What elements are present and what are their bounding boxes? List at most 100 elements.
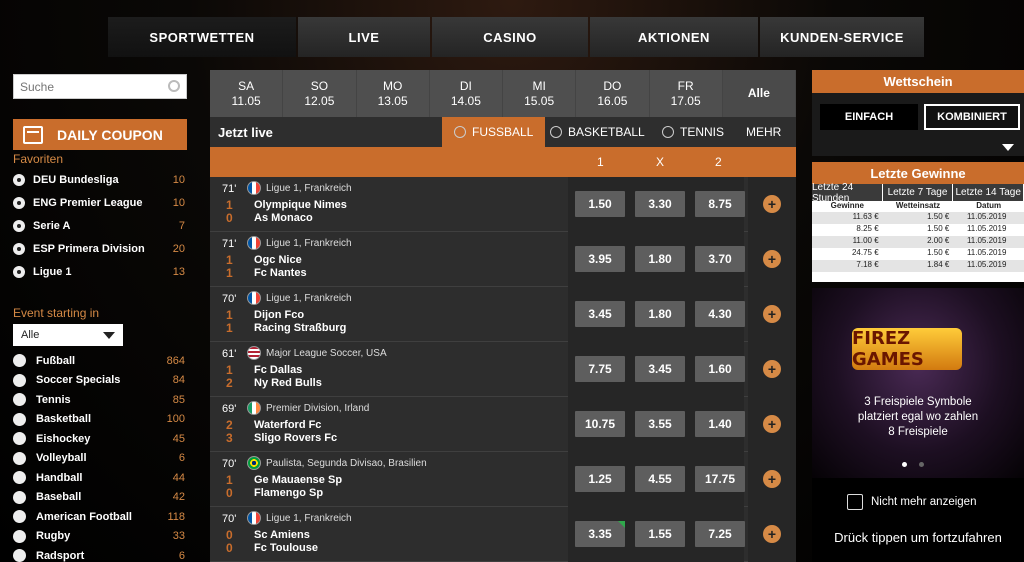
add-more-bets-icon[interactable]: +: [763, 525, 781, 543]
search-input[interactable]: [20, 79, 160, 94]
odds-button[interactable]: 4.30: [695, 301, 745, 327]
add-more-bets-icon[interactable]: +: [763, 470, 781, 488]
home-team[interactable]: Dijon Fco: [254, 309, 304, 321]
odds-button[interactable]: 1.80: [635, 246, 685, 272]
favorite-name: Ligue 1: [33, 265, 72, 278]
match-league: Ligue 1, Frankreich: [266, 513, 352, 524]
chevron-down-icon[interactable]: [1002, 144, 1014, 151]
date-day: MO: [382, 78, 403, 93]
tap-to-continue[interactable]: Drück tippen um fortzufahren: [812, 530, 1024, 545]
favorite-item[interactable]: ENG Premier League 10: [13, 191, 185, 214]
nav-aktionen[interactable]: AKTIONEN: [590, 17, 758, 57]
sport-item[interactable]: Rugby 33: [13, 527, 185, 547]
away-team[interactable]: Sligo Rovers Fc: [254, 432, 337, 444]
tab-basketball[interactable]: BASKETBALL: [550, 117, 645, 147]
date-tab[interactable]: DI 14.05: [429, 70, 503, 117]
odds-button[interactable]: 3.45: [635, 356, 685, 382]
odds-button[interactable]: 1.40: [695, 411, 745, 437]
add-more-bets-icon[interactable]: +: [763, 415, 781, 433]
date-tab[interactable]: SO 12.05: [283, 70, 357, 117]
date-tab[interactable]: DO 16.05: [576, 70, 650, 117]
away-team[interactable]: Racing Straßburg: [254, 322, 346, 334]
daily-coupon-button[interactable]: DAILY COUPON: [13, 119, 187, 150]
basketball-icon: [13, 412, 26, 426]
add-more-bets-icon[interactable]: +: [763, 195, 781, 213]
kombiniert-button[interactable]: KOMBINIERT: [924, 104, 1020, 130]
favorite-item[interactable]: ESP Primera Division 20: [13, 237, 185, 260]
odds-button[interactable]: 17.75: [695, 466, 745, 492]
sport-item[interactable]: Tennis 85: [13, 390, 185, 410]
odds-button[interactable]: 3.55: [635, 411, 685, 437]
odds-button[interactable]: 3.70: [695, 246, 745, 272]
tab-mehr[interactable]: MEHR: [746, 117, 781, 147]
home-team[interactable]: Olympique Nimes: [254, 199, 347, 211]
away-team[interactable]: Fc Nantes: [254, 267, 307, 279]
add-more-bets-icon[interactable]: +: [763, 305, 781, 323]
nav-sportwetten[interactable]: SPORTWETTEN: [108, 17, 296, 57]
odds-button[interactable]: 3.45: [575, 301, 625, 327]
sport-item[interactable]: Volleyball 6: [13, 449, 185, 469]
odds-button[interactable]: 1.80: [635, 301, 685, 327]
sport-item[interactable]: Baseball 42: [13, 488, 185, 508]
match-league: Ligue 1, Frankreich: [266, 183, 352, 194]
country-flag-icon: [247, 181, 261, 195]
tab-fussball[interactable]: FUSSBALL: [442, 117, 546, 147]
favorite-item[interactable]: Serie A 7: [13, 214, 185, 237]
date-tab[interactable]: MO 13.05: [356, 70, 430, 117]
odds-button[interactable]: 7.25: [695, 521, 745, 547]
einfach-button[interactable]: EINFACH: [820, 104, 918, 130]
odds-button[interactable]: 1.25: [575, 466, 625, 492]
tab-tennis[interactable]: TENNIS: [662, 117, 724, 147]
odds-button[interactable]: 10.75: [575, 411, 625, 437]
odds-button[interactable]: 1.55: [635, 521, 685, 547]
nav-live[interactable]: LIVE: [298, 17, 430, 57]
match-row: 70' Ligue 1, Frankreich 1 1 Dijon Fco Racing …: [210, 287, 796, 342]
add-more-bets-icon[interactable]: +: [763, 360, 781, 378]
event-starting-select[interactable]: Alle: [13, 324, 123, 346]
date-tab[interactable]: SA 11.05: [210, 70, 284, 117]
odds-button[interactable]: 1.50: [575, 191, 625, 217]
favorite-item[interactable]: Ligue 1 13: [13, 260, 185, 283]
odds-button[interactable]: 8.75: [695, 191, 745, 217]
home-team[interactable]: Sc Amiens: [254, 529, 310, 541]
dont-show-checkbox[interactable]: [847, 494, 863, 510]
away-team[interactable]: Fc Toulouse: [254, 542, 318, 554]
home-team[interactable]: Ge Mauaense Sp: [254, 474, 342, 486]
date-tab[interactable]: MI 15.05: [503, 70, 577, 117]
home-team[interactable]: Fc Dallas: [254, 364, 302, 376]
gewinne-row: 24.75 € 1.50 € 11.05.2019: [812, 248, 1024, 260]
promo-line-1: 3 Freispiele Symbole: [864, 396, 972, 408]
carousel-dot-2[interactable]: [919, 462, 924, 467]
date-tab-all[interactable]: Alle: [722, 70, 796, 117]
odds-button[interactable]: 3.30: [635, 191, 685, 217]
home-team[interactable]: Waterford Fc: [254, 419, 321, 431]
away-team[interactable]: Ny Red Bulls: [254, 377, 322, 389]
nav-casino[interactable]: CASINO: [432, 17, 588, 57]
carousel-dot-1[interactable]: [902, 462, 907, 467]
add-more-bets-icon[interactable]: +: [763, 250, 781, 268]
search-icon[interactable]: [168, 80, 180, 92]
date-value: 13.05: [377, 93, 408, 108]
home-team[interactable]: Ogc Nice: [254, 254, 302, 266]
away-team[interactable]: As Monaco: [254, 212, 313, 224]
tab-14-tage[interactable]: Letzte 14 Tage: [953, 184, 1024, 201]
sport-item[interactable]: Basketball 100: [13, 410, 185, 430]
match-minute: 70': [222, 458, 237, 470]
odds-button[interactable]: 3.95: [575, 246, 625, 272]
sport-item[interactable]: Handball 44: [13, 468, 185, 488]
sport-item[interactable]: American Football 118: [13, 507, 185, 527]
nav-kunden-service[interactable]: KUNDEN-SERVICE: [760, 17, 924, 57]
odds-button[interactable]: 7.75: [575, 356, 625, 382]
away-team[interactable]: Flamengo Sp: [254, 487, 323, 499]
odds-button[interactable]: 1.60: [695, 356, 745, 382]
sport-item[interactable]: Soccer Specials 84: [13, 371, 185, 391]
tab-24-stunden[interactable]: Letzte 24 Stunden: [812, 182, 883, 204]
tab-7-tage[interactable]: Letzte 7 Tage: [882, 184, 954, 201]
favorite-item[interactable]: DEU Bundesliga 10: [13, 168, 185, 191]
odds-button[interactable]: 4.55: [635, 466, 685, 492]
date-tab[interactable]: FR 17.05: [649, 70, 723, 117]
sport-name: Radsport: [36, 549, 85, 562]
sport-item[interactable]: Eishockey 45: [13, 429, 185, 449]
sport-item[interactable]: Radsport 6: [13, 546, 185, 562]
sport-item[interactable]: Fußball 864: [13, 351, 185, 371]
